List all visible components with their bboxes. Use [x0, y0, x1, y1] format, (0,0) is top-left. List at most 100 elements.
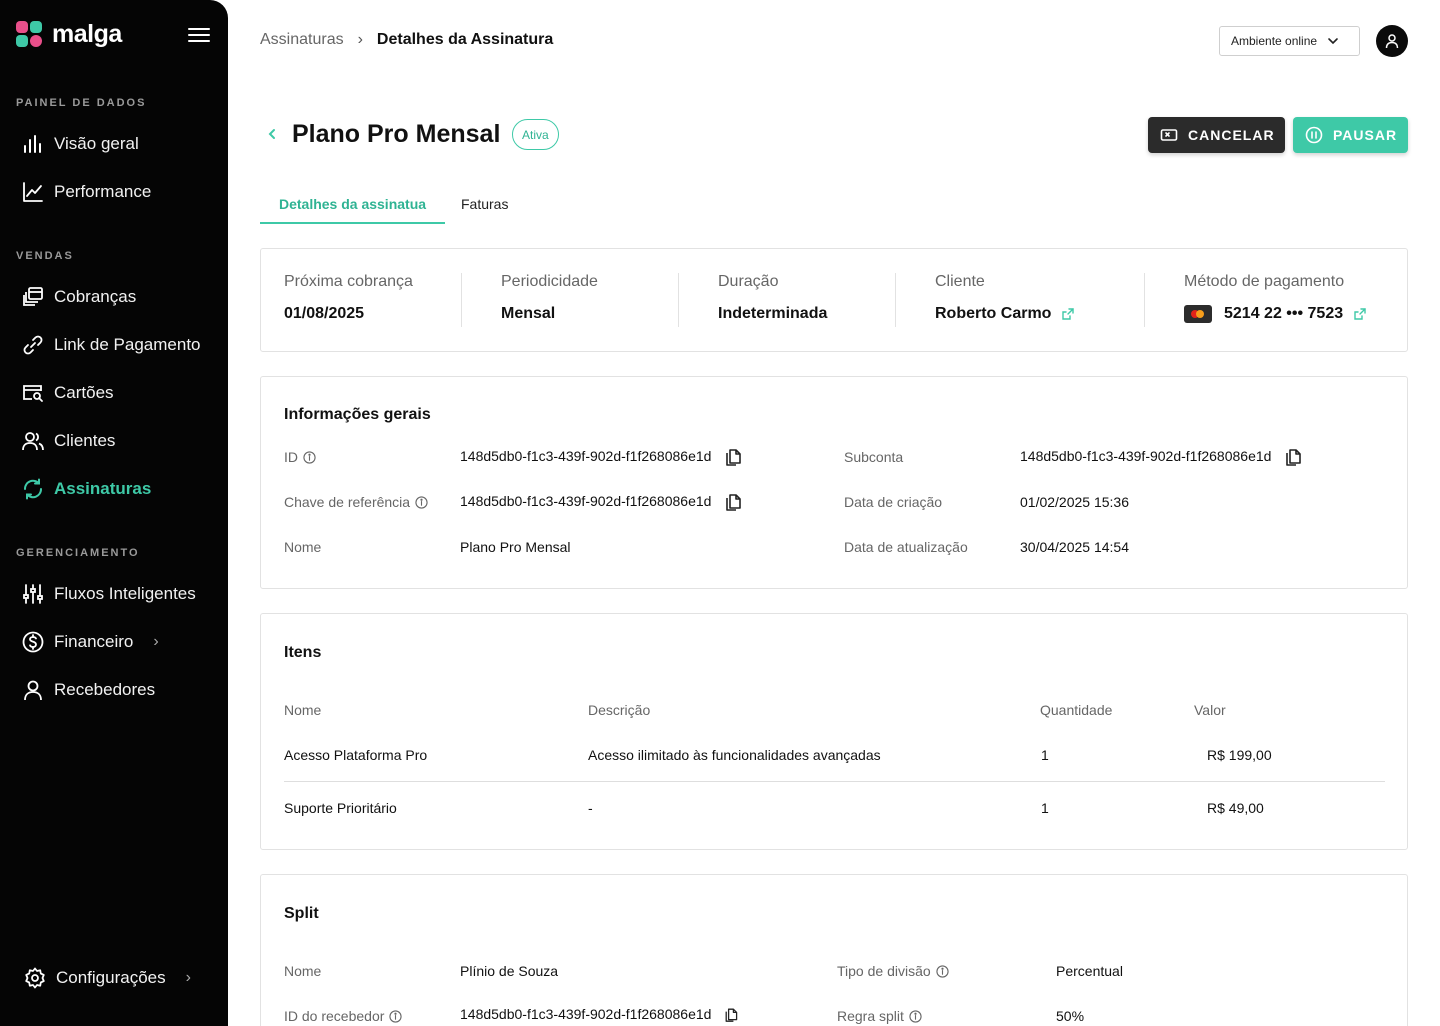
status-badge: Ativa [512, 119, 559, 150]
subscription-summary-card: Próxima cobrança 01/08/2025 Periodicidad… [260, 248, 1408, 352]
items-card: Itens Nome Descrição Quantidade Valor Ac… [260, 613, 1408, 850]
sidebar-item-label: Visão geral [54, 134, 139, 153]
chevron-right-icon: › [185, 969, 191, 986]
sidebar-item-label: Performance [54, 182, 152, 201]
info-icon[interactable] [909, 1009, 922, 1023]
back-arrow-icon[interactable] [262, 124, 282, 144]
sidebar-item-clientes[interactable]: Clientes [22, 427, 115, 455]
environment-select[interactable]: Ambiente online [1219, 26, 1360, 56]
summary-label: Cliente [935, 273, 985, 290]
chevron-right-icon: › [357, 31, 363, 48]
sidebar-item-link-pagamento[interactable]: Link de Pagamento [22, 331, 201, 359]
copy-icon[interactable] [1283, 446, 1303, 466]
cancel-subscription-button[interactable]: CANCELAR [1148, 117, 1285, 153]
copy-icon[interactable] [723, 1006, 739, 1022]
summary-duration: Duração Indeterminada [718, 273, 827, 323]
general-info-card: Informações gerais ID 148d5db0-f1c3-439f… [260, 376, 1408, 589]
page-title: Plano Pro Mensal [292, 120, 501, 148]
pause-circle-icon [1305, 126, 1323, 144]
sidebar-item-assinaturas[interactable]: Assinaturas [22, 475, 151, 503]
sidebar: malga PAINEL DE DADOS Visão geral Perfor… [0, 0, 228, 1026]
customer-link[interactable]: Roberto Carmo [935, 305, 1075, 323]
column-header-value: Valor [1194, 702, 1226, 718]
summary-label: Duração [718, 273, 779, 290]
field-value-created-at: 01/02/2025 15:36 [1020, 494, 1129, 510]
cell-description: Acesso ilimitado às funcionalidades avan… [588, 747, 881, 763]
user-icon [1385, 34, 1399, 49]
field-value-name: Plano Pro Mensal [460, 539, 571, 555]
label-text: ID do recebedor [284, 1008, 385, 1024]
brand-logo[interactable]: malga [16, 20, 122, 49]
info-icon[interactable] [936, 964, 949, 978]
field-label-recipient-id: ID do recebedor [284, 1008, 403, 1024]
line-chart-icon [23, 182, 43, 202]
field-label-reference-key: Chave de referência [284, 494, 428, 510]
divider [461, 273, 462, 327]
gear-icon [25, 967, 45, 989]
field-label-updated-at: Data de atualização [844, 539, 968, 555]
field-label-subaccount: Subconta [844, 449, 904, 465]
summary-value: Roberto Carmo [935, 305, 1052, 322]
breadcrumb-parent-link[interactable]: Assinaturas [260, 31, 344, 49]
column-header-name: Nome [284, 702, 322, 718]
pause-button-label: PAUSAR [1333, 127, 1398, 143]
summary-label: Próxima cobrança [284, 273, 413, 290]
external-link-icon[interactable] [1061, 307, 1075, 321]
sidebar-item-performance[interactable]: Performance [22, 178, 151, 206]
field-value-split-rule: 50% [1056, 1008, 1085, 1024]
info-icon[interactable] [415, 495, 428, 509]
payment-method-link[interactable]: 5214 22 ••• 7523 [1184, 305, 1367, 323]
field-label-split-rule: Regra split [837, 1008, 922, 1024]
sidebar-item-configuracoes[interactable]: Configurações › [24, 964, 191, 992]
summary-label: Periodicidade [501, 273, 598, 290]
brand-name: malga [52, 20, 122, 48]
cell-name: Suporte Prioritário [284, 800, 397, 816]
chevron-right-icon: › [153, 633, 159, 650]
sidebar-item-cobrancas[interactable]: Cobranças [22, 283, 136, 311]
sidebar-item-financeiro[interactable]: Financeiro › [22, 628, 159, 656]
field-label-split-name: Nome [284, 963, 322, 979]
sidebar-item-cartoes[interactable]: Cartões [22, 379, 114, 407]
user-icon [24, 680, 42, 701]
menu-toggle-icon[interactable] [188, 28, 210, 44]
sliders-icon [23, 584, 43, 604]
summary-label: Método de pagamento [1184, 273, 1345, 290]
section-title: Itens [284, 644, 322, 661]
link-icon [23, 335, 43, 355]
copy-icon[interactable] [723, 446, 743, 466]
pause-subscription-button[interactable]: PAUSAR [1293, 117, 1408, 153]
dollar-icon [22, 631, 44, 653]
tab-invoices[interactable]: Faturas [461, 196, 508, 212]
field-value-recipient-id: 148d5db0-f1c3-439f-902d-f1f268086e1d [460, 1006, 739, 1022]
users-icon [22, 432, 44, 451]
cell-value: R$ 49,00 [1207, 800, 1264, 816]
column-header-description: Descrição [588, 702, 651, 718]
summary-next-charge: Próxima cobrança 01/08/2025 [284, 273, 413, 323]
field-label-id: ID [284, 449, 316, 465]
label-text: Tipo de divisão [837, 963, 931, 979]
field-value-division-type: Percentual [1056, 963, 1123, 979]
copy-icon[interactable] [723, 491, 743, 511]
info-icon[interactable] [303, 450, 316, 464]
summary-value: Mensal [501, 305, 556, 322]
section-title-painel: PAINEL DE DADOS [16, 97, 147, 109]
sidebar-item-visao-geral[interactable]: Visão geral [22, 130, 139, 158]
section-title: Split [284, 905, 319, 922]
sidebar-item-recebedores[interactable]: Recebedores [22, 676, 155, 704]
section-title-gerenciamento: GERENCIAMENTO [16, 547, 140, 559]
cell-description: - [588, 800, 593, 816]
tab-subscription-details[interactable]: Detalhes da assinatua [260, 196, 445, 224]
value-text: 148d5db0-f1c3-439f-902d-f1f268086e1d [460, 493, 712, 509]
mastercard-icon [1184, 305, 1212, 323]
summary-value: 01/08/2025 [284, 305, 365, 322]
card-search-icon [23, 385, 43, 402]
field-label-created-at: Data de criação [844, 494, 943, 510]
user-avatar[interactable] [1376, 25, 1408, 57]
divider [895, 273, 896, 327]
summary-value: Indeterminada [718, 305, 828, 322]
sidebar-item-label: Configurações [56, 968, 166, 987]
external-link-icon[interactable] [1353, 307, 1367, 321]
field-label-division-type: Tipo de divisão [837, 963, 949, 979]
info-icon[interactable] [389, 1009, 403, 1023]
sidebar-item-fluxos[interactable]: Fluxos Inteligentes [22, 580, 196, 608]
